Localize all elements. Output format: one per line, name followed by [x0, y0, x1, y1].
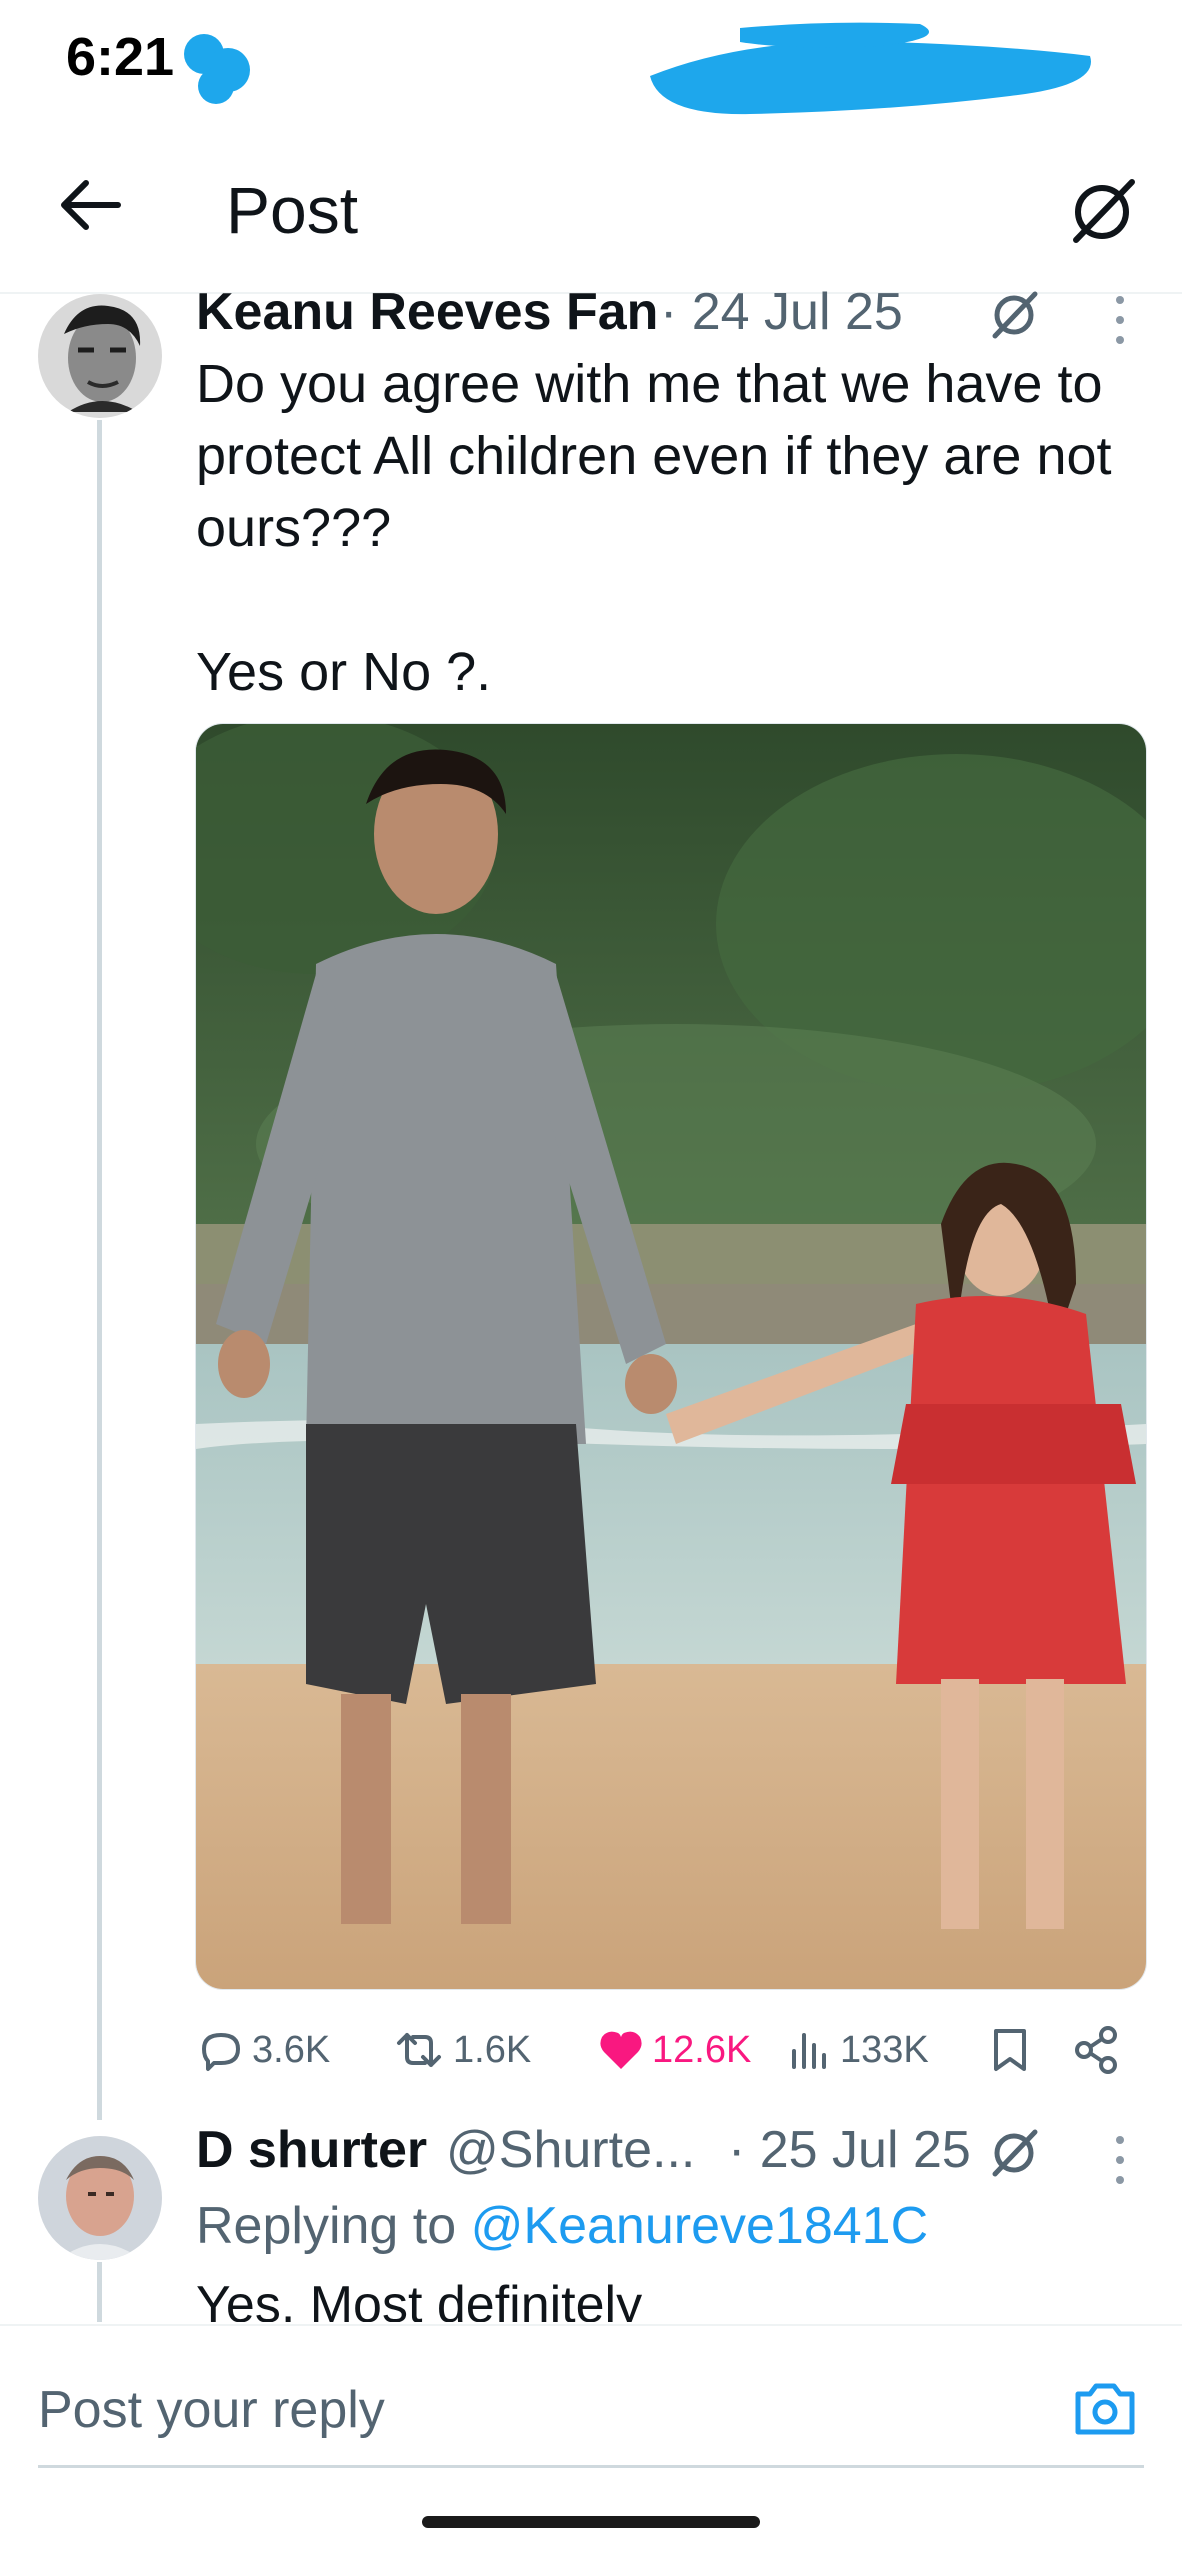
post-author-avatar[interactable]	[38, 294, 162, 418]
status-notification-blob	[184, 34, 250, 104]
reply-action[interactable]: 3.6K	[196, 2010, 330, 2090]
post-date: · 24 Jul 25	[660, 283, 903, 341]
post-actions-bar: 3.6K 1.6K 12.6K 133K	[196, 2010, 1146, 2090]
back-arrow-icon[interactable]	[50, 165, 130, 245]
post-author-name[interactable]: Keanu Reeves Fan	[196, 282, 658, 342]
page-title: Post	[226, 173, 359, 247]
share-icon	[1075, 2026, 1117, 2074]
thread-connector-line	[97, 420, 102, 2120]
like-action[interactable]: 12.6K	[596, 2010, 751, 2090]
more-options-icon[interactable]	[1100, 2130, 1140, 2190]
reply-author-handle[interactable]: @Shurte...	[446, 2120, 695, 2180]
repost-icon	[397, 2033, 441, 2067]
reply-count: 3.6K	[252, 2028, 331, 2071]
heart-icon	[600, 2031, 642, 2069]
reply-input[interactable]	[38, 2370, 1018, 2450]
grok-icon[interactable]	[985, 2124, 1043, 2182]
compose-underline	[38, 2465, 1144, 2468]
camera-icon[interactable]	[1072, 2376, 1138, 2442]
views-action[interactable]: 133K	[788, 2010, 929, 2090]
home-indicator[interactable]	[422, 2516, 760, 2528]
compose-divider	[0, 2324, 1182, 2326]
redaction-scribble	[650, 22, 1091, 115]
bookmark-action[interactable]	[988, 2010, 1032, 2090]
replying-to-mention[interactable]: @Keanureve1841C	[471, 2197, 929, 2255]
reply-author-avatar[interactable]	[38, 2136, 162, 2260]
replying-to-line: Replying to @Keanureve1841C	[196, 2196, 928, 2256]
grok-icon[interactable]	[985, 286, 1043, 344]
reply-author-name[interactable]: D shurter	[196, 2120, 427, 2180]
thread-connector-line-lower	[97, 2262, 102, 2322]
post-text: Do you agree with me that we have to pro…	[196, 354, 1112, 702]
status-time: 6:21	[66, 27, 175, 87]
like-count: 12.6K	[652, 2028, 752, 2071]
post-image[interactable]	[195, 723, 1147, 1990]
share-action[interactable]	[1072, 2010, 1122, 2090]
reply-date: · 25 Jul 25	[728, 2121, 971, 2179]
views-count: 133K	[840, 2028, 929, 2071]
repost-count: 1.6K	[453, 2028, 532, 2071]
views-icon	[792, 2033, 826, 2069]
reply-icon	[202, 2033, 240, 2071]
more-options-icon[interactable]	[1100, 290, 1140, 350]
beach-photo	[196, 724, 1146, 1989]
repost-action[interactable]: 1.6K	[391, 2010, 531, 2090]
replying-to-prefix: Replying to	[196, 2197, 457, 2255]
bookmark-icon	[994, 2029, 1026, 2071]
grok-icon[interactable]	[1062, 172, 1142, 252]
